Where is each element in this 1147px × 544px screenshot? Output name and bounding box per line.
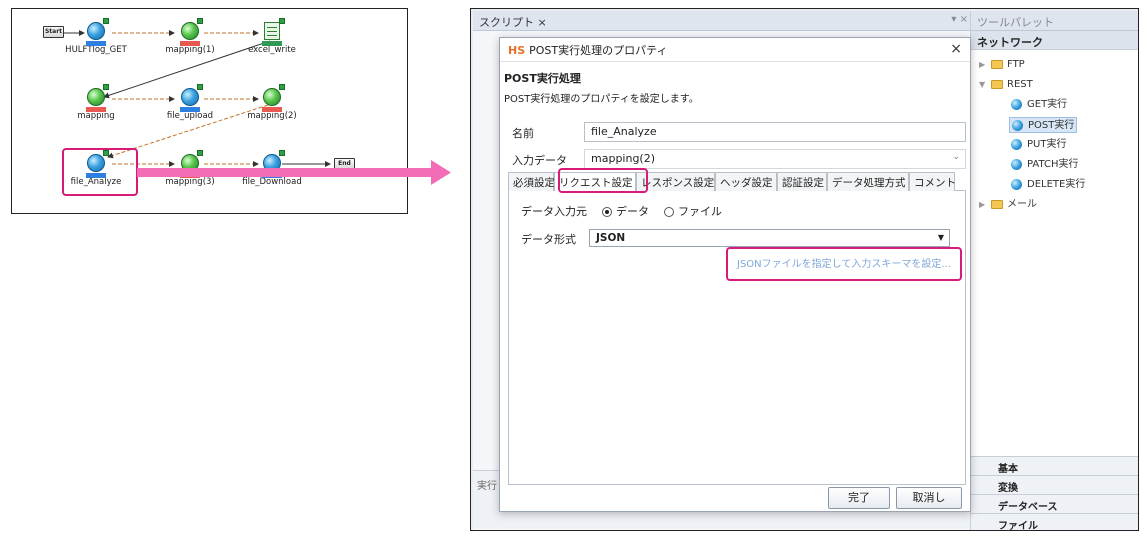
expand-arrow-icon[interactable]: ▶	[979, 57, 991, 73]
data-source-row: データ入力元 データ ファイル	[521, 203, 722, 219]
tree-item-mail[interactable]: ▶ メール	[979, 197, 1037, 213]
highlight-file-analyze	[62, 148, 138, 196]
pink-arrow-icon	[137, 160, 451, 185]
post-globe-icon	[1012, 119, 1023, 131]
mapping-icon	[179, 18, 203, 46]
node-mapping-2[interactable]: mapping(2)	[227, 84, 317, 121]
tool-label: GET実行	[1027, 99, 1068, 110]
dialog-header: POST実行処理 POST実行処理のプロパティを設定します。	[504, 70, 699, 105]
name-field[interactable]: file_Analyze	[584, 122, 966, 142]
tab-script[interactable]: スクリプト ×	[479, 14, 547, 30]
dialog-title: POST実行処理のプロパティ	[529, 44, 668, 57]
chevron-down-icon: ⌄	[952, 152, 960, 162]
put-globe-icon	[1011, 138, 1022, 150]
tab-data-processing[interactable]: データ処理方式	[827, 172, 909, 191]
data-format-label: データ形式	[521, 233, 576, 246]
tool-patch[interactable]: PATCH実行	[1011, 157, 1078, 173]
tree-item-ftp[interactable]: ▶ FTP	[979, 57, 1025, 73]
node-file-upload[interactable]: file_upload	[145, 84, 235, 121]
dialog-description: POST実行処理のプロパティを設定します。	[504, 94, 699, 105]
tab-required[interactable]: 必須設定	[508, 172, 555, 191]
folder-icon	[991, 79, 1003, 89]
expand-arrow-icon[interactable]: ▶	[979, 197, 991, 213]
ok-button[interactable]: 完了	[828, 487, 890, 509]
tool-label: POST実行	[1028, 120, 1075, 131]
category-file[interactable]: ファイル	[971, 513, 1138, 530]
category-convert[interactable]: 変換	[971, 475, 1138, 494]
name-value: file_Analyze	[591, 125, 657, 138]
mapping-icon	[85, 84, 109, 112]
tool-label: PUT実行	[1027, 139, 1067, 150]
data-format-select[interactable]: JSON ▼	[589, 229, 950, 247]
input-data-value: mapping(2)	[591, 152, 656, 165]
mapping-icon	[261, 84, 285, 112]
dialog-titlebar: HS POST実行処理のプロパティ	[500, 38, 970, 62]
radio-file-label[interactable]: ファイル	[678, 205, 722, 218]
data-source-label: データ入力元	[521, 205, 587, 218]
node-mapping-1[interactable]: mapping(1)	[145, 18, 235, 55]
category-basic[interactable]: 基本	[971, 456, 1138, 475]
rest-globe-icon	[179, 84, 203, 112]
input-data-select[interactable]: mapping(2) ⌄	[584, 149, 966, 169]
dialog-heading: POST実行処理	[504, 72, 581, 85]
node-label: mapping	[77, 111, 115, 121]
tab-controls[interactable]: ▾ ×	[951, 14, 968, 25]
name-label: 名前	[512, 127, 534, 140]
input-data-label: 入力データ	[512, 154, 567, 167]
radio-data-label[interactable]: データ	[616, 205, 649, 218]
radio-data[interactable]	[602, 207, 612, 217]
tree-label: FTP	[1007, 59, 1025, 70]
patch-globe-icon	[1011, 158, 1022, 170]
collapse-arrow-icon[interactable]: ▼	[979, 77, 991, 93]
properties-dialog: HS POST実行処理のプロパティ × POST実行処理 POST実行処理のプロパ…	[499, 37, 971, 512]
data-format-value: JSON	[596, 232, 626, 244]
palette-title: ツールパレット	[971, 11, 1138, 31]
folder-icon	[991, 59, 1003, 69]
tree-item-rest[interactable]: ▼ REST	[979, 77, 1033, 93]
tab-comment[interactable]: コメント	[909, 172, 956, 191]
category-database[interactable]: データベース	[971, 494, 1138, 513]
tab-auth[interactable]: 認証設定	[777, 172, 827, 191]
tool-post[interactable]: POST実行	[1009, 117, 1078, 133]
radio-file[interactable]	[664, 207, 674, 217]
application-window: スクリプト × ▾ × 実行 ツールパレット ネットワーク ▶ FTP ▼ REST…	[470, 8, 1139, 531]
delete-globe-icon	[1011, 178, 1022, 190]
node-label: file_upload	[166, 111, 214, 121]
node-label: HULFTlog_GET	[65, 45, 127, 55]
node-label: mapping(1)	[165, 45, 215, 55]
tree-label: メール	[1007, 199, 1037, 210]
tool-label: DELETE実行	[1027, 179, 1086, 190]
dropdown-arrow-icon: ▼	[937, 233, 944, 242]
close-icon[interactable]: ×	[950, 41, 962, 57]
hs-logo: HS	[508, 44, 526, 57]
tab-header[interactable]: ヘッダ設定	[715, 172, 777, 191]
name-row: 名前 file_Analyze	[500, 122, 972, 142]
input-data-row: 入力データ mapping(2) ⌄	[500, 149, 972, 169]
get-globe-icon	[1011, 98, 1022, 110]
tool-delete[interactable]: DELETE実行	[1011, 177, 1085, 193]
tree-label: REST	[1007, 79, 1033, 90]
rest-globe-icon	[85, 18, 109, 46]
tool-palette: ツールパレット ネットワーク ▶ FTP ▼ REST GET実行 POST実行 P…	[970, 11, 1138, 530]
highlight-schema-link	[726, 247, 962, 281]
palette-section-network[interactable]: ネットワーク	[971, 31, 1138, 50]
node-label: excel_write	[248, 45, 296, 55]
script-tab-bar: スクリプト × ▾ ×	[473, 11, 970, 31]
highlight-request-tab	[558, 168, 648, 193]
request-tab-panel: データ入力元 データ ファイル データ形式 JSON ▼ JSONファイルを指定…	[508, 191, 966, 485]
tool-put[interactable]: PUT実行	[1011, 137, 1066, 153]
cancel-button[interactable]: 取消し	[896, 487, 962, 509]
folder-icon	[991, 199, 1003, 209]
node-hulftlog-get[interactable]: HULFTlog_GET	[51, 18, 141, 55]
tool-get[interactable]: GET実行	[1011, 97, 1067, 113]
execution-label: 実行	[477, 481, 497, 492]
tool-label: PATCH実行	[1027, 159, 1079, 170]
excel-sheet-icon	[261, 18, 285, 46]
node-excel-write[interactable]: excel_write	[227, 18, 317, 55]
node-mapping[interactable]: mapping	[51, 84, 141, 121]
node-label: mapping(2)	[247, 111, 297, 121]
